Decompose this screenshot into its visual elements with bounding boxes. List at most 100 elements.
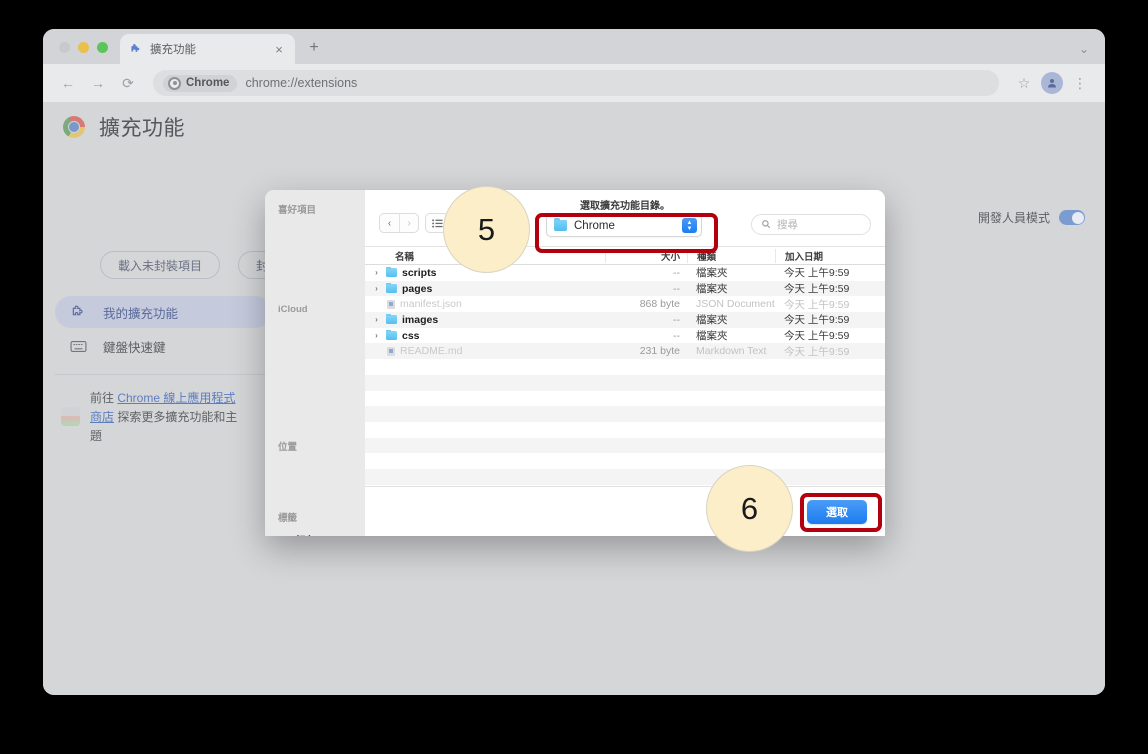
back-icon[interactable]: ‹ [380,214,399,232]
table-row[interactable]: › scripts -- 檔案夾 今天 上午9:59 [365,265,885,281]
promo-prefix: 前往 [90,391,117,405]
disclosure-spacer: › [372,300,381,309]
sidebar-item-my-extensions[interactable]: 我的擴充功能 [55,296,271,328]
table-row-empty [365,438,885,454]
page-title: 擴充功能 [99,112,185,142]
file-size-cell: -- [605,267,687,279]
omnibox-chrome-chip: Chrome [163,75,237,92]
screenshot-root: 擴充功能 × + ⌄ ← → ⟳ Chrome chrome://extensi… [0,0,1148,754]
nav-segmented-control[interactable]: ‹ › [379,213,419,233]
file-kind-cell: JSON Document [687,298,775,310]
disclosure-triangle-icon[interactable]: › [372,268,381,277]
disclosure-triangle-icon[interactable]: › [372,315,381,324]
profile-avatar[interactable] [1039,70,1065,96]
markdown-document-icon [387,347,395,356]
close-tab-icon[interactable]: × [271,41,287,57]
json-document-icon [387,300,395,309]
disclosure-triangle-icon[interactable]: › [372,284,381,293]
column-header-kind[interactable]: 種類 [687,249,775,263]
file-kind-cell: 檔案夾 [687,265,775,280]
window-traffic-lights[interactable] [43,42,108,64]
chrome-mono-icon [168,77,181,90]
table-row-empty [365,453,885,469]
file-picker-dialog: 喜好項目 iCloud 位置 標籤 紅色 橙色 黃色 選取擴充功能目錄。 [265,190,885,536]
file-name-cell[interactable]: › README.md [365,345,605,357]
sidebar-tag-red[interactable]: 紅色 [265,529,365,536]
file-name-cell[interactable]: › manifest.json [365,298,605,310]
back-icon[interactable]: ← [55,70,81,96]
sidebar-section-icloud: iCloud [265,304,365,315]
table-row[interactable]: › README.md 231 byte Markdown Text 今天 上午… [365,343,885,359]
browser-toolbar: ← → ⟳ Chrome chrome://extensions ☆ [43,64,1105,102]
file-kind-cell: 檔案夾 [687,312,775,327]
table-row-empty [365,469,885,485]
table-row[interactable]: › css -- 檔案夾 今天 上午9:59 [365,328,885,344]
file-date-cell: 今天 上午9:59 [775,312,885,327]
webstore-promo-text: 前往 Chrome 線上應用程式商店 探索更多擴充功能和主題 [90,389,240,446]
browser-menu-icon[interactable]: ⋮ [1067,70,1093,96]
sidebar-item-label: 鍵盤快速鍵 [103,337,166,356]
file-kind-cell: 檔案夾 [687,281,775,296]
table-row[interactable]: › manifest.json 868 byte JSON Document 今… [365,296,885,312]
table-row-empty [365,391,885,407]
bookmark-star-icon[interactable]: ☆ [1011,70,1037,96]
file-date-cell: 今天 上午9:59 [775,297,885,312]
forward-icon[interactable]: → [85,70,111,96]
table-row-empty [365,359,885,375]
file-dialog-title: 選取擴充功能目錄。 [365,197,885,212]
new-tab-button[interactable]: + [301,35,327,61]
column-header-date[interactable]: 加入日期 [775,249,885,263]
file-list[interactable]: › scripts -- 檔案夾 今天 上午9:59 › pages -- [365,265,885,486]
chevron-down-icon[interactable]: ⌄ [1079,42,1089,56]
sidebar-item-keyboard-shortcuts[interactable]: 鍵盤快速鍵 [55,330,271,362]
close-window-icon[interactable] [59,42,70,53]
table-row[interactable]: › images -- 檔案夾 今天 上午9:59 [365,312,885,328]
table-row[interactable]: › pages -- 檔案夾 今天 上午9:59 [365,281,885,297]
address-bar-url: chrome://extensions [245,76,357,90]
column-header-size[interactable]: 大小 [605,249,687,263]
select-button[interactable]: 選取 [807,500,867,524]
file-name: pages [402,283,432,295]
address-bar[interactable]: Chrome chrome://extensions [153,70,999,96]
toolbar-right-group: ☆ ⋮ [1011,70,1093,96]
sidebar-section-favorites: 喜好項目 [265,202,365,216]
webstore-promo: 前往 Chrome 線上應用程式商店 探索更多擴充功能和主題 [43,389,283,446]
file-date-cell: 今天 上午9:59 [775,328,885,343]
reload-icon[interactable]: ⟳ [115,70,141,96]
file-name-cell[interactable]: › css [365,330,605,342]
developer-mode-toggle[interactable] [1059,210,1085,225]
folder-icon [554,220,567,231]
file-size-cell: 231 byte [605,345,687,357]
load-unpacked-button[interactable]: 載入未封裝項目 [100,251,220,279]
file-name-cell[interactable]: › pages [365,283,605,295]
file-name: README.md [400,345,462,357]
maximize-window-icon[interactable] [97,42,108,53]
disclosure-triangle-icon[interactable]: › [372,331,381,340]
file-kind-cell: Markdown Text [687,345,775,357]
step-badge-5: 5 [443,186,530,273]
webstore-icon [61,407,80,426]
puzzle-icon [128,42,143,57]
file-dialog-sidebar: 喜好項目 iCloud 位置 標籤 紅色 橙色 黃色 [265,190,365,536]
person-icon [1041,72,1063,94]
file-name: images [402,314,438,326]
search-icon [761,216,771,234]
directory-select[interactable]: Chrome ▲▼ [546,214,702,237]
file-name-cell[interactable]: › images [365,314,605,326]
file-size-cell: -- [605,283,687,295]
file-size-cell: -- [605,330,687,342]
minimize-window-icon[interactable] [78,42,89,53]
step-badge-6: 6 [706,465,793,552]
folder-icon [386,284,397,293]
folder-icon [386,268,397,277]
extensions-header: 擴充功能 [43,102,1105,152]
tag-label: 紅色 [295,533,316,537]
file-list-header: 名稱 大小 種類 加入日期 [365,246,885,265]
table-row-empty [365,422,885,438]
file-dialog-footer: 選取 [365,486,885,536]
file-dialog-search-input[interactable]: 搜尋 [751,214,871,235]
browser-tab[interactable]: 擴充功能 × [120,34,295,64]
forward-icon[interactable]: › [399,214,418,232]
stepper-icon[interactable]: ▲▼ [682,218,697,233]
file-dialog-main: 選取擴充功能目錄。 ‹ › [365,190,885,536]
